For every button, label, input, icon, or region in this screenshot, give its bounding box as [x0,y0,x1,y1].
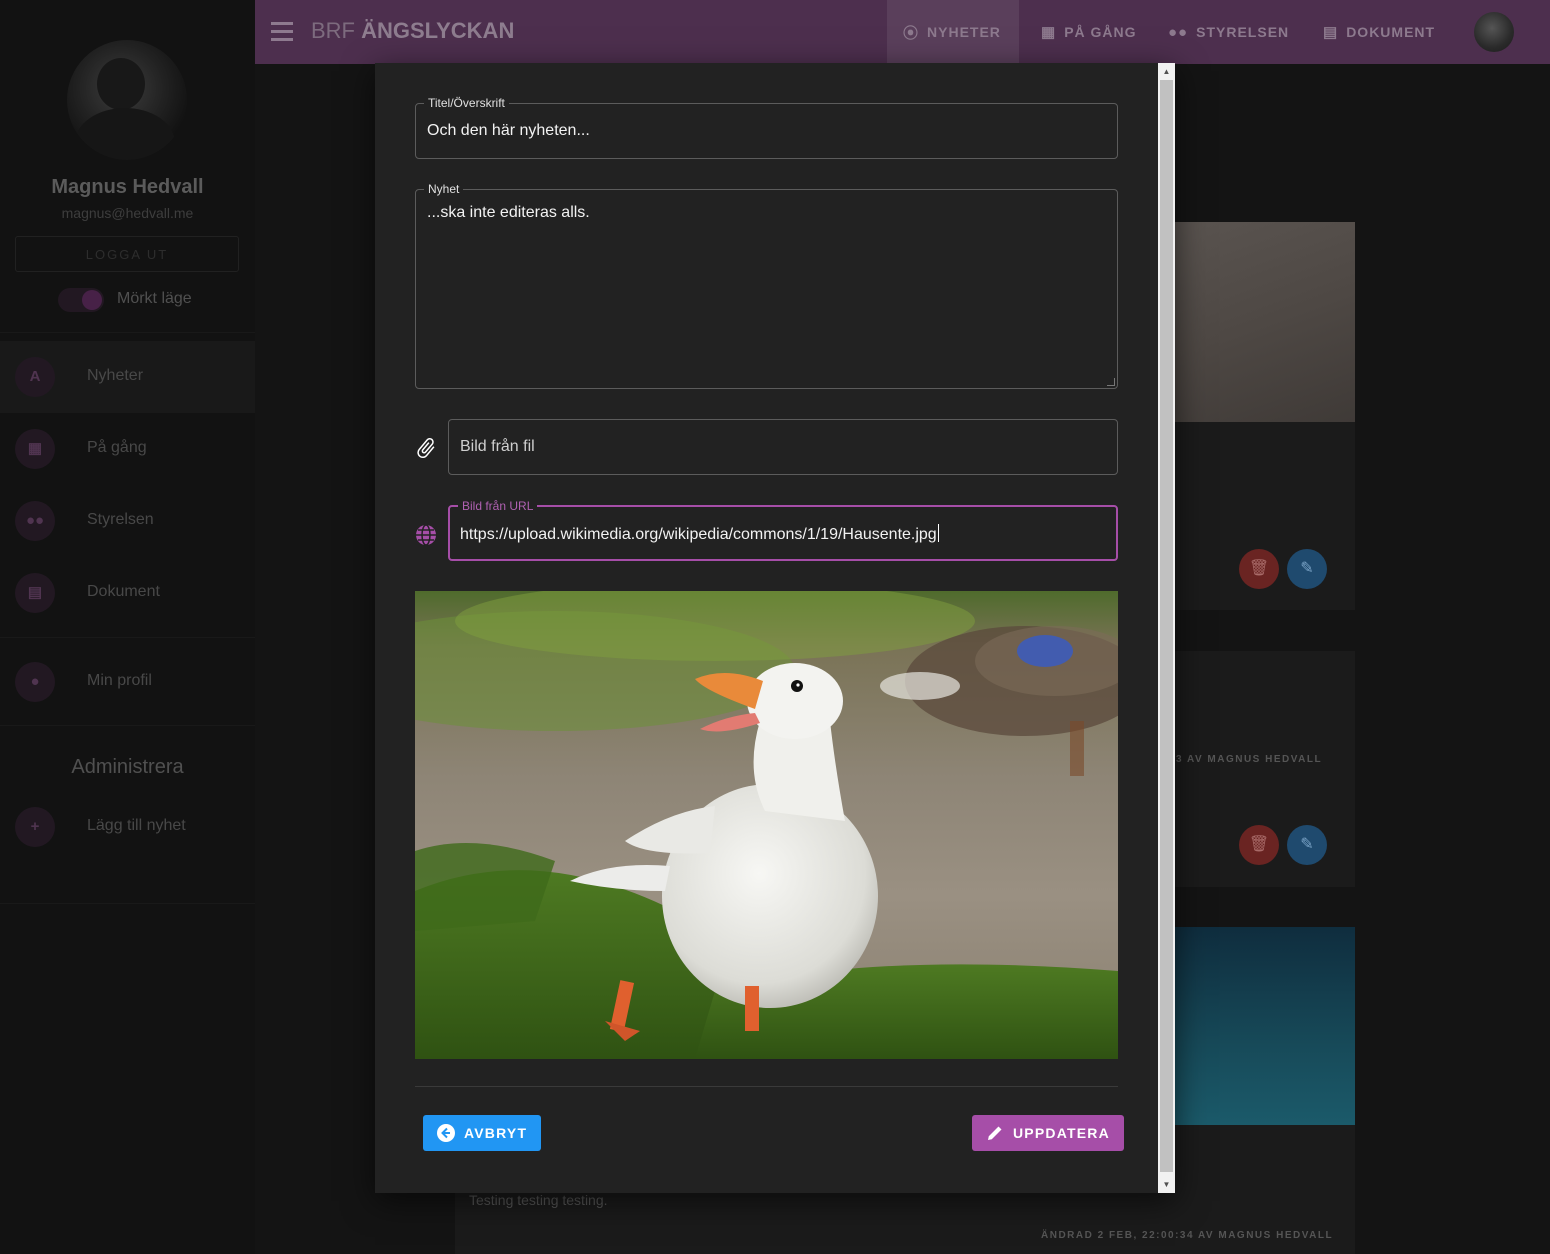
tab-pa-gang[interactable]: ▦ PÅ GÅNG [1025,0,1153,64]
edit-button[interactable]: ✎ [1287,549,1327,589]
people-icon: ●● [1168,23,1189,41]
duck-photo [415,591,1118,1059]
news-card-text: Testing testing testing. [469,1192,608,1208]
document-icon: ▤ [1323,24,1339,41]
paperclip-icon[interactable] [414,436,438,460]
antenna-icon: ⦿ [903,24,920,42]
url-field[interactable]: Bild från URL https://upload.wikimedia.o… [448,499,1118,561]
scroll-up-icon[interactable]: ▲ [1158,63,1175,80]
file-input[interactable]: Bild från fil [460,438,535,456]
app-brand: BRF ÄNGSLYCKAN [311,18,514,44]
body-field-label: Nyhet [424,182,464,196]
cancel-label: AVBRYT [464,1125,528,1141]
tab-nyheter[interactable]: ⦿ NYHETER [887,0,1019,64]
overlay-scrim [0,0,255,1254]
url-input[interactable]: https://upload.wikimedia.org/wikipedia/c… [460,526,937,543]
scrollbar-thumb[interactable] [1160,80,1173,1172]
brand-prefix: BRF [311,18,355,43]
news-card-image [1175,222,1355,422]
edit-news-dialog: Titel/Överskrift Och den här nyheten... … [375,63,1175,1193]
url-field-label: Bild från URL [458,499,538,513]
title-field[interactable]: Titel/Överskrift Och den här nyheten... [415,96,1118,159]
calendar-icon: ▦ [1041,24,1057,41]
tab-label: NYHETER [927,24,1001,40]
image-preview [415,591,1118,1059]
brand-name: ÄNGSLYCKAN [361,18,515,43]
body-field[interactable]: Nyhet ...ska inte editeras alls. [415,182,1118,389]
tab-dokument[interactable]: ▤ DOKUMENT [1307,0,1451,64]
cancel-button[interactable]: AVBRYT [423,1115,542,1151]
tab-label: PÅ GÅNG [1064,24,1137,40]
tab-label: DOKUMENT [1346,24,1436,40]
news-card-meta: 3 AV MAGNUS HEDVALL [1176,754,1323,765]
scroll-down-icon[interactable]: ▼ [1158,1176,1175,1193]
edit-button[interactable]: ✎ [1287,825,1327,865]
account-avatar[interactable] [1474,12,1514,52]
dialog-scrollbar[interactable]: ▲ ▼ [1158,63,1175,1193]
update-button[interactable]: UPPDATERA [972,1115,1124,1151]
resize-handle[interactable] [1107,378,1115,386]
news-card-meta: ÄNDRAD 2 FEB, 22:00:34 AV MAGNUS HEDVALL [1041,1230,1334,1241]
title-input[interactable]: Och den här nyheten... [427,122,590,140]
title-field-label: Titel/Överskrift [424,96,509,110]
pencil-icon [988,1126,1002,1140]
file-field[interactable]: Bild från fil [448,419,1118,475]
body-textarea[interactable]: ...ska inte editeras alls. [427,204,590,222]
update-label: UPPDATERA [1013,1125,1110,1141]
hamburger-menu-icon[interactable] [271,22,293,42]
delete-button[interactable]: 🗑 [1239,825,1279,865]
text-cursor [937,524,939,542]
arrow-left-circle-icon [437,1124,455,1142]
dialog-divider [415,1086,1118,1087]
delete-button[interactable]: 🗑 [1239,549,1279,589]
news-card-image [1175,927,1355,1125]
tab-styrelsen[interactable]: ●● STYRELSEN [1152,0,1305,64]
tab-label: STYRELSEN [1196,24,1290,40]
globe-icon [416,524,436,546]
top-app-bar: BRF ÄNGSLYCKAN ⦿ NYHETER ▦ PÅ GÅNG ●● ST… [255,0,1550,64]
